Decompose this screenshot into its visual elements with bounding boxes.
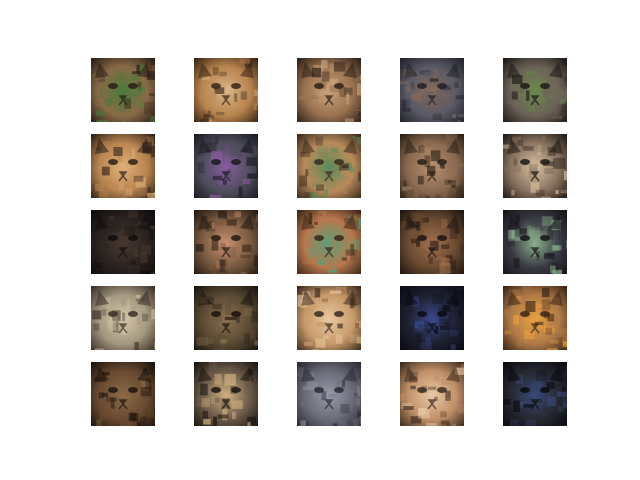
generated-cat-image — [503, 134, 567, 198]
image-tile-r4-c3 — [297, 286, 361, 350]
image-tile-r1-c3 — [297, 58, 361, 122]
image-tile-r3-c1 — [91, 210, 155, 274]
generated-cat-image — [297, 362, 361, 426]
image-tile-r3-c3 — [297, 210, 361, 274]
generated-cat-image — [194, 210, 258, 274]
generated-cat-image — [400, 134, 464, 198]
generated-cat-image — [503, 58, 567, 122]
image-tile-r3-c2 — [194, 210, 258, 274]
image-tile-r4-c4 — [400, 286, 464, 350]
image-tile-r3-c5 — [503, 210, 567, 274]
image-tile-r2-c1 — [91, 134, 155, 198]
generated-cat-image — [400, 362, 464, 426]
generated-cat-image — [503, 210, 567, 274]
image-tile-r1-c4 — [400, 58, 464, 122]
generated-cat-image — [194, 286, 258, 350]
generated-cat-image — [91, 286, 155, 350]
image-tile-r5-c4 — [400, 362, 464, 426]
image-tile-r2-c3 — [297, 134, 361, 198]
generated-cat-image — [400, 210, 464, 274]
image-grid-figure — [0, 0, 640, 480]
image-tile-r4-c2 — [194, 286, 258, 350]
image-tile-r2-c2 — [194, 134, 258, 198]
image-tile-r2-c5 — [503, 134, 567, 198]
generated-cat-image — [503, 286, 567, 350]
generated-cat-image — [91, 210, 155, 274]
generated-cat-image — [297, 134, 361, 198]
generated-cat-image — [400, 58, 464, 122]
image-tile-r3-c4 — [400, 210, 464, 274]
image-tile-r4-c5 — [503, 286, 567, 350]
image-tile-r5-c1 — [91, 362, 155, 426]
image-tile-r1-c2 — [194, 58, 258, 122]
image-tile-r4-c1 — [91, 286, 155, 350]
generated-cat-image — [91, 362, 155, 426]
image-tile-r5-c2 — [194, 362, 258, 426]
image-tile-r2-c4 — [400, 134, 464, 198]
image-tile-r5-c5 — [503, 362, 567, 426]
image-tile-r5-c3 — [297, 362, 361, 426]
generated-cat-image — [194, 134, 258, 198]
generated-cat-image — [91, 134, 155, 198]
generated-cat-image — [297, 210, 361, 274]
generated-cat-image — [297, 286, 361, 350]
generated-cat-image — [503, 362, 567, 426]
generated-cat-image — [297, 58, 361, 122]
generated-cat-image — [194, 362, 258, 426]
image-tile-r1-c5 — [503, 58, 567, 122]
generated-cat-image — [194, 58, 258, 122]
generated-cat-image — [91, 58, 155, 122]
image-tile-r1-c1 — [91, 58, 155, 122]
generated-cat-image — [400, 286, 464, 350]
